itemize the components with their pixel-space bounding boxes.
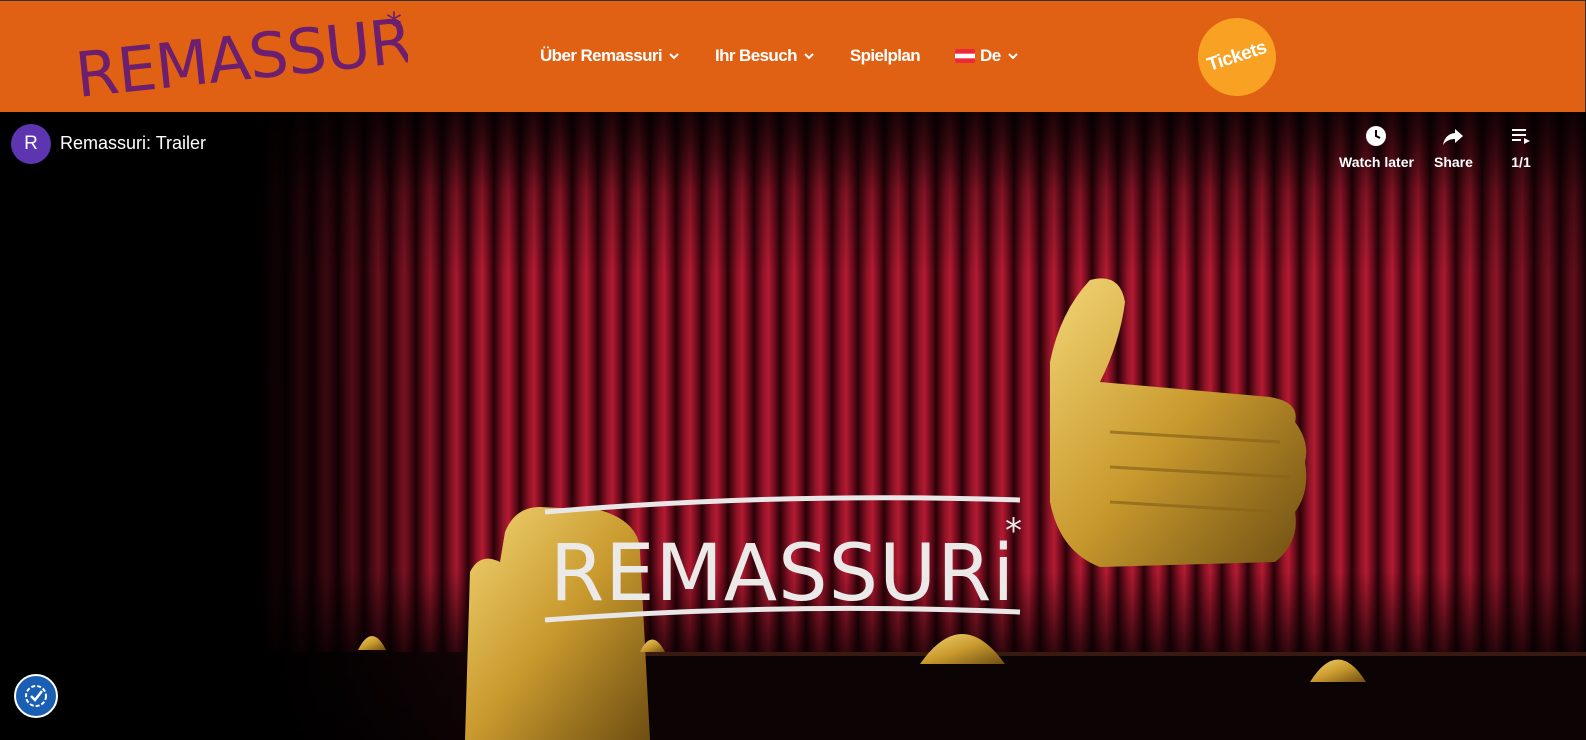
clock-icon bbox=[1366, 126, 1387, 146]
nav-item-ihr-besuch[interactable]: Ihr Besuch bbox=[715, 46, 815, 66]
svg-text:*: * bbox=[1005, 511, 1022, 551]
tickets-button[interactable]: Tickets bbox=[1187, 7, 1287, 107]
accessibility-icon bbox=[25, 685, 47, 707]
nav-item-label: Über Remassuri bbox=[540, 46, 663, 65]
thumbs-up-hand bbox=[1050, 278, 1307, 567]
svg-text:REMASSURi: REMASSURi bbox=[78, 9, 408, 105]
watch-later-button[interactable]: Watch later bbox=[1339, 124, 1414, 170]
tickets-label: Tickets bbox=[1204, 37, 1270, 76]
remassuri-logo[interactable]: REMASSURi * bbox=[78, 9, 408, 105]
main-nav: Über Remassuri Ihr Besuch Spielplan De bbox=[540, 43, 1054, 69]
language-label: De bbox=[980, 46, 1001, 65]
watch-later-label: Watch later bbox=[1339, 154, 1414, 170]
nav-item-spielplan[interactable]: Spielplan bbox=[849, 46, 921, 66]
chevron-down-icon bbox=[804, 53, 814, 60]
share-button[interactable]: Share bbox=[1434, 124, 1473, 170]
nav-item-label: Spielplan bbox=[849, 46, 921, 65]
nav-item-ueber-remassuri[interactable]: Über Remassuri bbox=[540, 46, 680, 66]
share-arrow-icon bbox=[1443, 129, 1464, 145]
channel-avatar[interactable]: R bbox=[11, 124, 51, 164]
austria-flag-icon bbox=[955, 49, 976, 63]
accessibility-button[interactable] bbox=[14, 674, 58, 718]
svg-text:REMASSURi: REMASSURi bbox=[550, 529, 1015, 619]
playlist-icon bbox=[1512, 129, 1530, 144]
playlist-count: 1/1 bbox=[1511, 154, 1531, 170]
stage-scene: REMASSURi * bbox=[358, 278, 1366, 740]
chevron-down-icon bbox=[669, 53, 679, 60]
chevron-down-icon bbox=[1007, 53, 1018, 60]
remassuri-sign: REMASSURi * bbox=[544, 495, 1022, 623]
share-label: Share bbox=[1434, 154, 1473, 170]
video-player[interactable]: REMASSURi * R Remassuri: Trailer Watch l… bbox=[0, 112, 1586, 740]
playlist-button[interactable]: 1/1 bbox=[1509, 124, 1533, 170]
language-switcher[interactable]: De bbox=[955, 46, 1019, 66]
channel-initial: R bbox=[24, 133, 38, 154]
nav-item-label: Ihr Besuch bbox=[715, 46, 797, 65]
video-title[interactable]: Remassuri: Trailer bbox=[60, 133, 206, 154]
site-header: REMASSURi * Über Remassuri Ihr Besuch Sp… bbox=[0, 0, 1586, 112]
svg-text:*: * bbox=[386, 9, 402, 43]
